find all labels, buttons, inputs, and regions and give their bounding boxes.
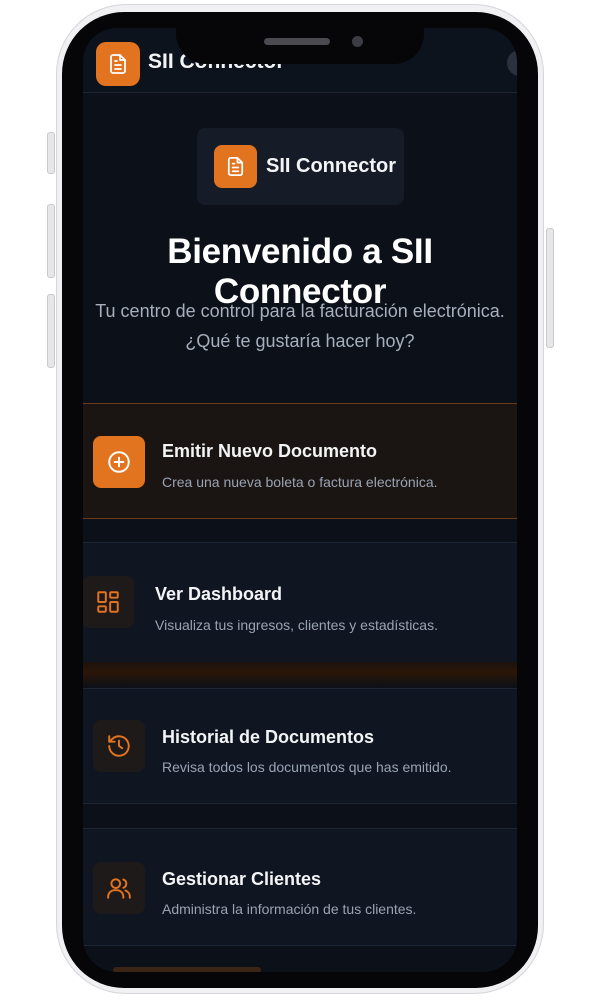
- action-card-emitir-documento[interactable]: Emitir Nuevo Documento Crea una nueva bo…: [83, 403, 517, 519]
- action-description: Administra la información de tus cliente…: [162, 901, 417, 917]
- action-title: Historial de Documentos: [162, 727, 375, 747]
- users-icon: [93, 862, 145, 914]
- document-icon[interactable]: [96, 42, 140, 86]
- side-button-volume-up: [47, 204, 55, 278]
- history-icon: [93, 720, 145, 772]
- action-description: Revisa todos los documentos que has emit…: [162, 759, 452, 775]
- subtitle-line-2: ¿Qué te gustaría hacer hoy?: [185, 331, 415, 351]
- side-button-mute: [47, 132, 55, 174]
- dashboard-grid-icon: [83, 576, 134, 628]
- action-card-dashboard[interactable]: Ver Dashboard Visualiza tus ingresos, cl…: [83, 542, 517, 663]
- action-card-historial[interactable]: Historial de Documentos Revisa todos los…: [83, 688, 517, 804]
- plus-circle-icon: [93, 436, 145, 488]
- speaker-grille: [264, 38, 330, 45]
- app-screen: SII Connector SII Connector Bienvenido a…: [83, 28, 517, 972]
- side-button-power: [546, 228, 554, 348]
- action-title: Ver Dashboard: [155, 584, 283, 604]
- brand-name: SII Connector: [266, 155, 397, 177]
- page-subtitle: Tu centro de control para la facturación…: [83, 296, 517, 356]
- brand-chip: SII Connector: [197, 128, 404, 205]
- action-description: Visualiza tus ingresos, clientes y estad…: [155, 617, 438, 633]
- subtitle-line-1: Tu centro de control para la facturación…: [95, 301, 505, 321]
- card-shadow: [83, 662, 517, 688]
- side-button-volume-down: [47, 294, 55, 368]
- phone-notch: [176, 12, 424, 64]
- action-card-clientes[interactable]: Gestionar Clientes Administra la informa…: [83, 828, 517, 946]
- front-camera: [352, 36, 363, 47]
- action-description: Crea una nueva boleta o factura electrón…: [162, 474, 438, 490]
- next-card-edge: [113, 967, 261, 972]
- action-title: Gestionar Clientes: [162, 869, 322, 889]
- document-icon: [214, 145, 257, 188]
- header-avatar[interactable]: [507, 50, 517, 76]
- action-title: Emitir Nuevo Documento: [162, 441, 378, 461]
